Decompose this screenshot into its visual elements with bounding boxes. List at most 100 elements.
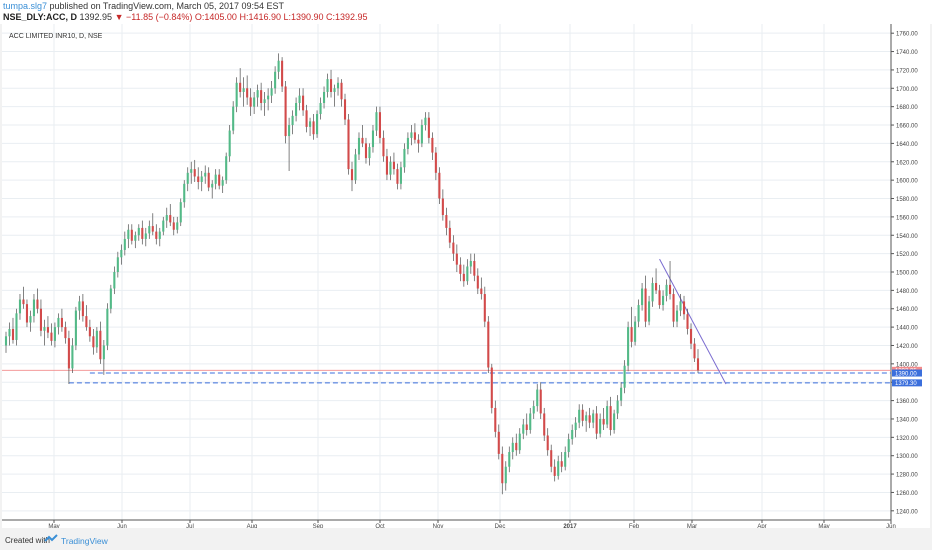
candle-body — [494, 407, 497, 432]
candle-body — [476, 275, 479, 289]
trendline — [659, 258, 727, 385]
candle-body — [410, 132, 413, 138]
candle-body — [550, 450, 553, 467]
candle-body — [336, 82, 340, 89]
candle-body — [46, 327, 49, 333]
candle-body — [417, 139, 420, 144]
candle-body — [309, 121, 312, 127]
candle-body — [32, 299, 36, 317]
candle-body — [413, 132, 416, 140]
candle-body — [148, 226, 151, 234]
candle-body — [172, 222, 175, 230]
candle-body — [665, 284, 668, 296]
candle-body — [609, 406, 612, 430]
candle-body — [651, 283, 654, 302]
candle-body — [99, 330, 102, 360]
candle-body — [532, 406, 535, 414]
candle-body — [630, 327, 633, 342]
candle-body — [361, 137, 364, 144]
candle-body — [350, 169, 354, 181]
candle-body — [696, 358, 700, 371]
x-tick-label: Feb — [629, 524, 640, 528]
candle-body — [675, 310, 679, 322]
y-tick-label: 1760.00 — [896, 32, 918, 38]
x-tick-label: Dec — [495, 524, 506, 528]
candle-body — [326, 79, 329, 92]
candle-body — [120, 249, 123, 258]
candle-body — [123, 238, 126, 250]
candle-body — [668, 284, 672, 295]
y-tick-label: 1320.00 — [896, 436, 918, 442]
candle-body — [235, 82, 238, 107]
y-tick-label: 1280.00 — [896, 473, 918, 479]
candle-body — [151, 226, 154, 232]
candle-body — [102, 345, 105, 360]
candle-body — [539, 389, 542, 414]
y-tick-label: 1620.00 — [896, 160, 918, 166]
candle-body — [392, 161, 395, 170]
candle-body — [333, 88, 336, 92]
candle-body — [319, 102, 322, 115]
candle-body — [648, 301, 651, 322]
candle-body — [689, 328, 693, 344]
author-link[interactable]: tumpa.slg7 — [3, 1, 47, 11]
candle-body — [274, 71, 277, 89]
candle-body — [662, 295, 665, 306]
y-tick-label: 1520.00 — [896, 252, 918, 258]
candle-body — [406, 137, 409, 149]
candle-body — [169, 215, 172, 223]
candle-body — [144, 233, 147, 239]
candle-body — [368, 147, 371, 159]
y-tick-label: 1260.00 — [896, 491, 918, 497]
candle-body — [382, 137, 385, 157]
candle-body — [438, 172, 441, 199]
candlestick-chart[interactable]: ACC LIMITED INR10, D, NSE 1240.00 1260.00 1… — [2, 24, 930, 528]
y-tick-label: 1340.00 — [896, 417, 918, 423]
candle-body — [522, 424, 525, 434]
x-tick-label: May — [48, 524, 59, 528]
candle-body — [396, 169, 399, 184]
candle-body — [693, 343, 696, 359]
x-tick-label: Sep — [313, 524, 324, 528]
candle-body — [228, 130, 231, 157]
y-tick-label: 1580.00 — [896, 197, 918, 203]
x-tick-label: Mar — [687, 524, 697, 528]
chart-area[interactable]: ACC LIMITED INR10, D, NSE 1240.00 1260.00 1… — [2, 24, 930, 528]
candle-body — [613, 413, 616, 430]
candle-body — [249, 97, 252, 107]
candle-body — [214, 174, 217, 184]
candle-body — [637, 305, 640, 322]
candle-body — [71, 345, 74, 369]
candle-body — [448, 227, 451, 243]
y-tick-label: 1680.00 — [896, 105, 918, 111]
candle-body — [85, 316, 88, 328]
tradingview-logo-icon — [44, 534, 58, 542]
candle-body — [53, 327, 56, 341]
x-tick-label: May — [818, 524, 829, 528]
candle-body — [497, 431, 500, 454]
change-text: ▼ −11.85 (−0.84%) — [114, 12, 193, 22]
candle-body — [686, 314, 689, 329]
y-tick-label: 1540.00 — [896, 234, 918, 240]
candle-body — [298, 95, 301, 103]
candle-body — [431, 137, 434, 153]
candle-body — [4, 336, 8, 346]
candle-body — [459, 264, 462, 274]
candle-body — [469, 260, 472, 267]
tradingview-brand[interactable]: TradingView — [61, 536, 108, 546]
candle-body — [595, 413, 598, 434]
chart-header: tumpa.slg7 published on TradingView.com,… — [0, 0, 932, 24]
candle-body — [616, 400, 619, 414]
candle-body — [371, 130, 375, 148]
candle-body — [560, 461, 563, 467]
price-tag-label: 1379.30 — [895, 381, 917, 387]
candle-body — [452, 242, 455, 254]
candle-body — [263, 99, 266, 103]
candle-body — [179, 202, 182, 223]
candle-body — [155, 231, 158, 239]
candle-body — [585, 415, 588, 421]
candle-body — [581, 409, 584, 421]
candle-body — [679, 301, 682, 311]
candle-body — [567, 439, 570, 453]
footer: Created with TradingView — [0, 530, 932, 550]
